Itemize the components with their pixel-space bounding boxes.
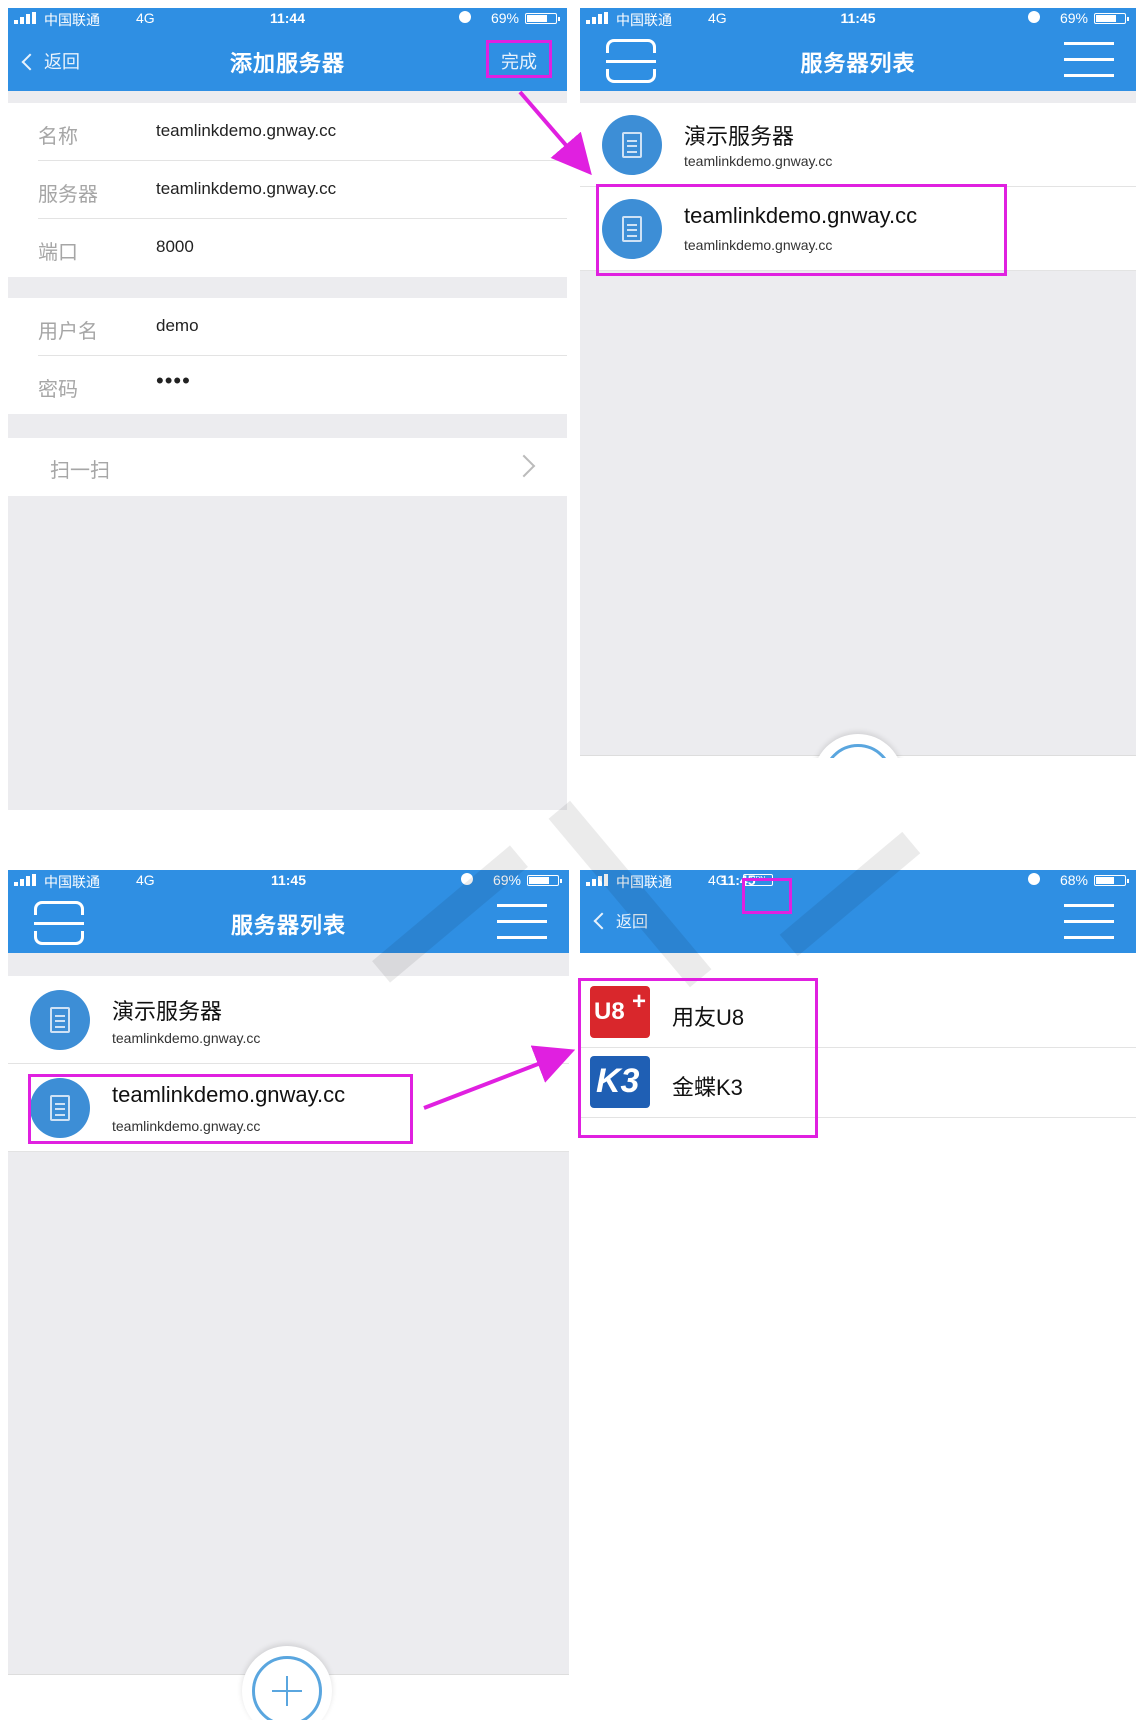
status-bar: 中国联通 4G 11:45 69% (580, 8, 1136, 28)
k3-icon-text: K3 (596, 1062, 640, 1100)
server-name: teamlinkdemo.gnway.cc (112, 1082, 346, 1107)
field-value[interactable]: 8000 (156, 237, 194, 257)
server-name: teamlinkdemo.gnway.cc (684, 203, 918, 228)
server-name: 演示服务器 (684, 124, 795, 149)
document-icon (622, 216, 642, 242)
clock: 11:45 (840, 10, 876, 26)
document-icon (50, 1007, 70, 1033)
app-name: 用友U8 (672, 1005, 745, 1030)
divider (580, 270, 1136, 271)
divider (580, 1117, 1136, 1118)
server-list-item[interactable]: 演示服务器 teamlinkdemo.gnway.cc (580, 103, 1136, 187)
field-label: 服务器 (38, 184, 98, 206)
battery-icon (527, 875, 562, 886)
page-title: 服务器列表 (230, 913, 346, 938)
field-value[interactable]: •••• (156, 368, 191, 394)
chevron-right-icon (512, 454, 536, 478)
page-title: 服务器列表 (800, 51, 916, 76)
clock: 11:44 (269, 10, 306, 26)
scan-label: 扫一扫 (50, 460, 110, 482)
battery-icon (1094, 13, 1129, 24)
add-server-screen: 中国联通 4G 11:44 69% 返回 添加服务器 完成 名称 teamlin… (8, 8, 567, 810)
page-title: 添加服务器 (229, 51, 345, 76)
server-list-item[interactable]: teamlinkdemo.gnway.cc teamlinkdemo.gnway… (580, 187, 1136, 271)
server-field[interactable]: 服务器 teamlinkdemo.gnway.cc (8, 161, 567, 219)
u8-icon: U8 + (590, 986, 650, 1038)
name-field[interactable]: 名称 teamlinkdemo.gnway.cc (8, 103, 567, 161)
server-address: teamlinkdemo.gnway.cc (112, 1030, 261, 1046)
add-server-button[interactable] (242, 1646, 332, 1720)
app-item-u8[interactable]: U8 + 用友U8 (580, 978, 1136, 1048)
menu-icon[interactable] (1064, 902, 1114, 942)
server-address: teamlinkdemo.gnway.cc (684, 237, 833, 253)
server-address: teamlinkdemo.gnway.cc (112, 1118, 261, 1134)
nav-bar: 返回 添加服务器 完成 (8, 28, 567, 91)
k3-icon: K3 (590, 1056, 650, 1108)
field-value[interactable]: teamlinkdemo.gnway.cc (156, 179, 336, 199)
done-button[interactable]: 完成 (501, 48, 537, 74)
document-icon (50, 1095, 70, 1121)
server-avatar (30, 1078, 90, 1138)
server-address: teamlinkdemo.gnway.cc (684, 153, 833, 169)
app-item-k3[interactable]: K3 金蝶K3 (580, 1048, 1136, 1118)
alarm-icon (1028, 11, 1040, 23)
server-list-screen: 中国联通 4G 11:45 69% 服务器列表 演示服务器 teamlinkde… (580, 8, 1136, 758)
plus-circle-icon (823, 744, 893, 758)
plus-circle-icon (252, 1656, 322, 1720)
battery-percent: 69% (1059, 10, 1088, 26)
battery-percent: 69% (490, 10, 519, 26)
scan-row[interactable]: 扫一扫 (8, 438, 567, 496)
status-bar: 中国联通 4G 11:44 69% (8, 8, 567, 28)
alarm-icon (1028, 873, 1040, 885)
menu-icon[interactable] (497, 902, 547, 942)
nav-bar: 服务器列表 (580, 28, 1136, 91)
battery-icon (1094, 875, 1129, 886)
username-field[interactable]: 用户名 demo (8, 298, 567, 356)
u8-icon-text: U8 (594, 998, 625, 1025)
field-value[interactable]: demo (156, 316, 199, 336)
document-icon (622, 132, 642, 158)
alarm-icon (459, 11, 471, 23)
port-field[interactable]: 端口 8000 (8, 219, 567, 277)
chevron-left-icon (593, 912, 611, 930)
server-form-section: 名称 teamlinkdemo.gnway.cc 服务器 teamlinkdem… (8, 103, 567, 277)
server-avatar (602, 199, 662, 259)
apps-screen: 中国联通 4G VPN 11:45 68% 返回 U8 + 用友U8 K3 金蝶K… (580, 870, 1136, 1720)
add-server-button[interactable] (813, 734, 903, 758)
field-label: 密码 (38, 379, 78, 401)
server-avatar (30, 990, 90, 1050)
server-list-item[interactable]: teamlinkdemo.gnway.cc teamlinkdemo.gnway… (8, 1064, 569, 1152)
clock: 11:45 (720, 872, 756, 888)
menu-icon[interactable] (1064, 40, 1114, 80)
field-label: 端口 (38, 242, 78, 264)
battery-percent: 68% (1059, 872, 1088, 888)
field-value[interactable]: teamlinkdemo.gnway.cc (156, 121, 336, 141)
field-label: 用户名 (38, 321, 98, 343)
server-avatar (602, 115, 662, 175)
server-list-screen-2: 中国联通 4G 11:45 69% 服务器列表 演示服务器 teamlinkde… (8, 870, 569, 1720)
field-label: 名称 (38, 126, 78, 148)
server-name: 演示服务器 (112, 999, 223, 1024)
credentials-section: 用户名 demo 密码 •••• (8, 298, 567, 414)
app-name: 金蝶K3 (672, 1075, 743, 1100)
divider (8, 1151, 569, 1152)
battery-icon (525, 13, 560, 24)
server-list-item[interactable]: 演示服务器 teamlinkdemo.gnway.cc (8, 976, 569, 1064)
password-field[interactable]: 密码 •••• (8, 356, 567, 414)
